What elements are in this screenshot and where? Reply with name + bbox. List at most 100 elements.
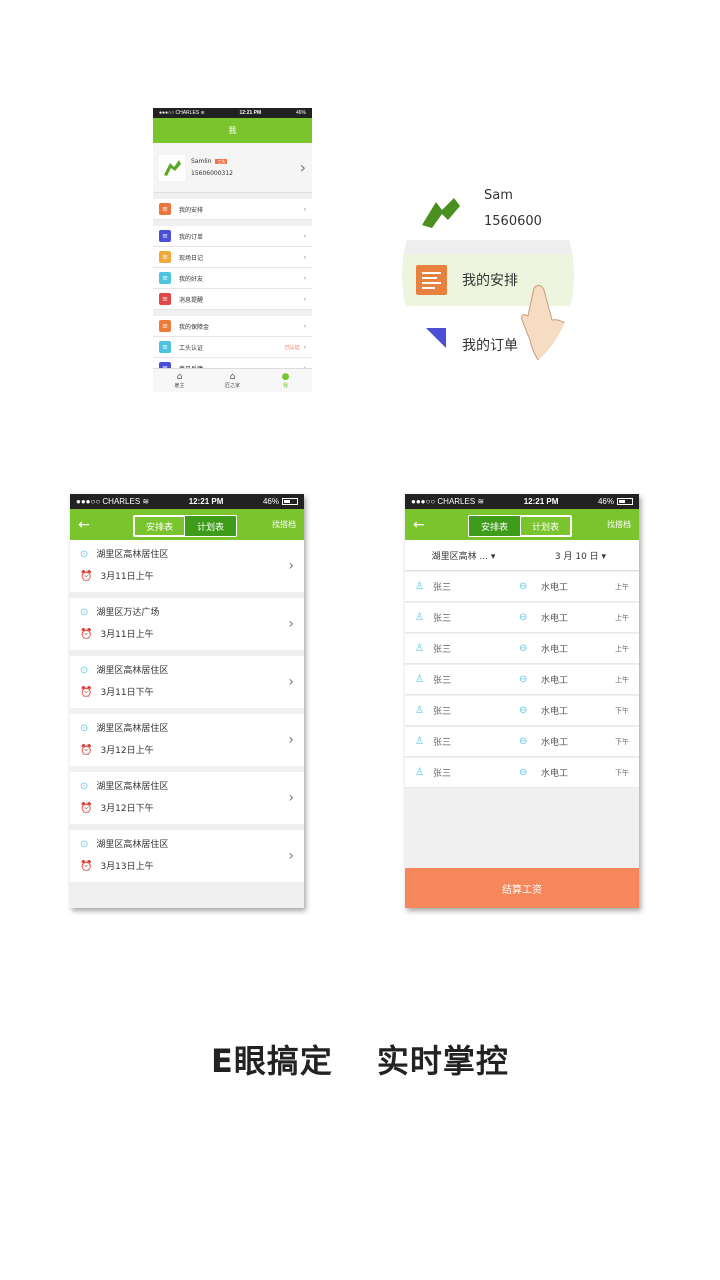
carrier-label: ●●●○○ CHARLES ≋ bbox=[76, 497, 150, 506]
location-pin-icon: ⊙ bbox=[80, 607, 89, 618]
worker-row[interactable]: ♙ 张三 ⊖ 水电工 下午 bbox=[405, 727, 639, 757]
time-text: 3月12日上午 bbox=[100, 746, 154, 756]
back-arrow-icon[interactable]: ← bbox=[78, 517, 108, 533]
menu-item[interactable]: ≡ 消息提醒 › bbox=[153, 289, 312, 310]
find-partner-link[interactable]: 找搭档 bbox=[607, 519, 631, 530]
status-bar: ●●●○○ CHARLES ≋ 12:21 PM 46% bbox=[405, 494, 639, 509]
worker-name: 张三 bbox=[433, 583, 452, 593]
menu-item[interactable]: ≡ 我的保障金 › bbox=[153, 316, 312, 337]
back-arrow-icon[interactable]: ← bbox=[413, 517, 443, 533]
zoom-phone: 1560600 bbox=[484, 214, 542, 229]
menu-item[interactable]: ≡ 我的订单 › bbox=[153, 226, 312, 247]
worker-name: 张三 bbox=[433, 769, 452, 779]
menu-item-label: 现场日记 bbox=[179, 254, 204, 262]
page-title: 我 bbox=[153, 118, 312, 143]
date-dropdown[interactable]: 3 月 10 日 ▾ bbox=[522, 549, 639, 562]
tab-plan[interactable]: 计划表 bbox=[520, 516, 571, 536]
worker-shift: 上午 bbox=[615, 582, 629, 591]
tab-craftsman-home[interactable]: ⌂ 匠之家 bbox=[206, 369, 259, 392]
schedule-item[interactable]: ⊙ 湖里区高林居住区 ⏰ 3月12日上午 › bbox=[70, 714, 304, 766]
location-dropdown[interactable]: 湖里区高林 ... ▾ bbox=[405, 549, 522, 562]
worker-job: 水电工 bbox=[541, 738, 569, 748]
tab-me[interactable]: ● 我 bbox=[259, 369, 312, 392]
profile-screen: ●●●○○ CHARLES ≋ 12:21 PM 46% 我 Samlin 工头 … bbox=[153, 108, 312, 392]
worker-name: 张三 bbox=[433, 738, 452, 748]
slogan: E眼搞定 实时掌控 bbox=[0, 1036, 720, 1082]
menu-item-label: 我的好友 bbox=[179, 275, 204, 283]
status-bar: ●●●○○ CHARLES ≋ 12:21 PM 46% bbox=[70, 494, 304, 509]
schedule-item[interactable]: ⊙ 湖里区高林居住区 ⏰ 3月11日上午 › bbox=[70, 540, 304, 592]
person-icon: ♙ bbox=[415, 581, 424, 592]
worker-row[interactable]: ♙ 张三 ⊖ 水电工 上午 bbox=[405, 665, 639, 695]
worker-name: 张三 bbox=[433, 614, 452, 624]
slogan-part-2: 实时掌控 bbox=[376, 1042, 509, 1080]
worker-shift: 上午 bbox=[615, 613, 629, 622]
chevron-right-icon: › bbox=[288, 616, 294, 632]
schedule-item[interactable]: ⊙ 湖里区万达广场 ⏰ 3月11日上午 › bbox=[70, 598, 304, 650]
menu-item[interactable]: ≡ 我的好友 › bbox=[153, 268, 312, 289]
money-icon: ≡ bbox=[159, 320, 171, 332]
helmet-icon: ⊖ bbox=[519, 581, 528, 592]
worker-row[interactable]: ♙ 张三 ⊖ 水电工 上午 bbox=[405, 572, 639, 602]
menu-item-label: 我的保障金 bbox=[179, 323, 210, 331]
bottom-tab-bar: ⌂ 雇主 ⌂ 匠之家 ● 我 bbox=[153, 368, 312, 392]
battery-indicator: 46% bbox=[295, 110, 306, 116]
helmet-icon: ⊖ bbox=[519, 612, 528, 623]
profile-card[interactable]: Samlin 工头 15606000312 › bbox=[153, 143, 312, 193]
worker-shift: 下午 bbox=[615, 768, 629, 777]
chevron-right-icon: › bbox=[303, 205, 306, 213]
chevron-right-icon: › bbox=[303, 343, 306, 351]
schedule-screen: ●●●○○ CHARLES ≋ 12:21 PM 46% ← 安排表 计划表 找… bbox=[70, 494, 304, 908]
helmet-icon: ⊖ bbox=[519, 767, 528, 778]
battery-indicator: 46% bbox=[263, 497, 298, 506]
menu-item[interactable]: ≡ 工头认证 已认证 › bbox=[153, 337, 312, 358]
tab-plan[interactable]: 计划表 bbox=[185, 516, 236, 536]
chevron-right-icon: › bbox=[288, 674, 294, 690]
zoom-name: Sam bbox=[484, 188, 513, 203]
settle-wages-button[interactable]: 结算工资 bbox=[405, 868, 639, 908]
chevron-right-icon: › bbox=[303, 253, 306, 261]
location-text: 湖里区高林居住区 bbox=[96, 724, 169, 734]
location-text: 湖里区高林居住区 bbox=[96, 840, 169, 850]
nav-header: ← 安排表 计划表 找搭档 bbox=[405, 509, 639, 540]
tab-schedule[interactable]: 安排表 bbox=[134, 516, 185, 536]
alarm-clock-icon: ⏰ bbox=[80, 803, 93, 814]
worker-name: 张三 bbox=[433, 676, 452, 686]
worker-row[interactable]: ♙ 张三 ⊖ 水电工 下午 bbox=[405, 696, 639, 726]
worker-job: 水电工 bbox=[541, 583, 569, 593]
find-partner-link[interactable]: 找搭档 bbox=[272, 519, 296, 530]
schedule-item[interactable]: ⊙ 湖里区高林居住区 ⏰ 3月11日下午 › bbox=[70, 656, 304, 708]
worker-job: 水电工 bbox=[541, 676, 569, 686]
worker-name: 张三 bbox=[433, 707, 452, 717]
tab-employer[interactable]: ⌂ 雇主 bbox=[153, 369, 206, 392]
zoom-menu-my-orders[interactable]: 我的订单 bbox=[462, 335, 518, 355]
time-text: 3月11日下午 bbox=[100, 688, 154, 698]
zoom-menu-my-schedule[interactable]: 我的安排 bbox=[462, 270, 518, 290]
friends-icon: ≡ bbox=[159, 272, 171, 284]
schedule-item[interactable]: ⊙ 湖里区高林居住区 ⏰ 3月12日下午 › bbox=[70, 772, 304, 824]
chevron-right-icon: › bbox=[288, 558, 294, 574]
slogan-part-1: E眼搞定 bbox=[211, 1042, 333, 1080]
chevron-right-icon: › bbox=[288, 732, 294, 748]
person-icon: ♙ bbox=[415, 612, 424, 623]
worker-row[interactable]: ♙ 张三 ⊖ 水电工 下午 bbox=[405, 758, 639, 788]
list-icon: ≡ bbox=[159, 203, 171, 215]
helmet-icon: ⊖ bbox=[519, 705, 528, 716]
chevron-right-icon: › bbox=[303, 322, 306, 330]
status-bar: ●●●○○ CHARLES ≋ 12:21 PM 46% bbox=[153, 108, 312, 118]
tab-schedule[interactable]: 安排表 bbox=[469, 516, 520, 536]
chevron-right-icon: › bbox=[303, 232, 306, 240]
worker-row[interactable]: ♙ 张三 ⊖ 水电工 上午 bbox=[405, 603, 639, 633]
diary-icon: ≡ bbox=[159, 251, 171, 263]
person-icon: ♙ bbox=[415, 705, 424, 716]
person-icon: ♙ bbox=[415, 767, 424, 778]
menu-item[interactable]: ≡ 我的安排 › bbox=[153, 199, 312, 220]
clock: 12:21 PM bbox=[523, 497, 559, 506]
chevron-right-icon: › bbox=[288, 848, 294, 864]
menu-item[interactable]: ≡ 现场日记 › bbox=[153, 247, 312, 268]
location-pin-icon: ⊙ bbox=[80, 839, 89, 850]
worker-row[interactable]: ♙ 张三 ⊖ 水电工 上午 bbox=[405, 634, 639, 664]
cert-icon: ≡ bbox=[159, 341, 171, 353]
schedule-item[interactable]: ⊙ 湖里区高林居住区 ⏰ 3月13日上午 › bbox=[70, 830, 304, 882]
view-toggle: 安排表 计划表 bbox=[468, 515, 572, 537]
